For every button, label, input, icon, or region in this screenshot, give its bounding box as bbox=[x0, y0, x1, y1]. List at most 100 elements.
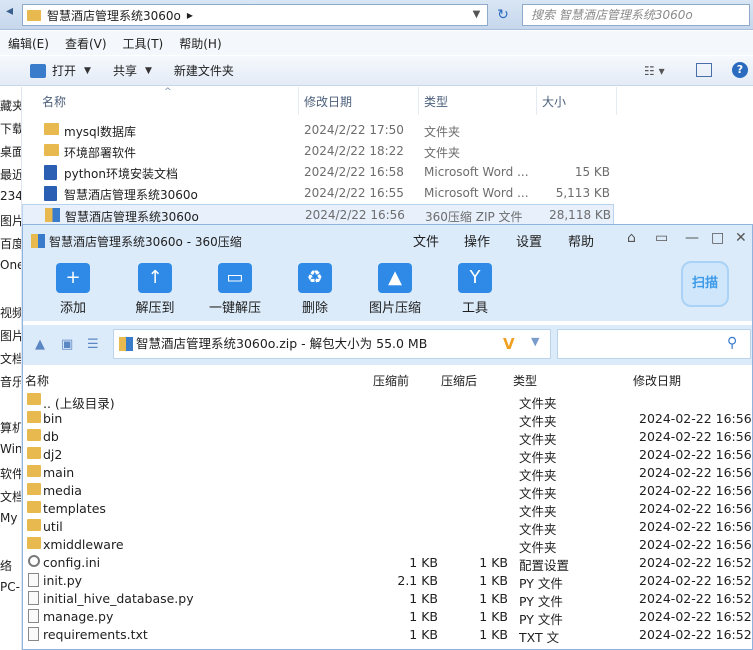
zip-list-row[interactable]: xmiddleware 文件夹 2024-02-22 16:56 bbox=[23, 536, 752, 555]
column-divider[interactable] bbox=[418, 87, 419, 115]
tool-button-1[interactable]: ↑ 解压到 bbox=[115, 257, 195, 316]
breadcrumb-arrow-icon[interactable]: ▸ bbox=[187, 8, 193, 22]
open-label: 打开 bbox=[52, 64, 77, 78]
up-arrow-icon[interactable]: ▲ bbox=[35, 337, 45, 352]
zip-list-row[interactable]: media 文件夹 2024-02-22 16:56 bbox=[23, 482, 752, 501]
zip-list-row[interactable]: config.ini 1 KB 1 KB 配置设置 2024-02-22 16:52 bbox=[23, 554, 752, 573]
zip-menu-help[interactable]: 帮助 bbox=[568, 231, 594, 250]
zip-list-row[interactable]: db 文件夹 2024-02-22 16:56 bbox=[23, 428, 752, 447]
skin-icon[interactable]: ⌂ bbox=[627, 230, 636, 246]
nav-pane-item[interactable]: 软件 bbox=[0, 465, 21, 482]
new-folder-button[interactable]: 新建文件夹 bbox=[174, 62, 234, 79]
col-date[interactable]: 修改日期 bbox=[304, 93, 352, 110]
chevron-down-icon: ▼ bbox=[144, 65, 152, 76]
nav-pane-item[interactable]: 图片 bbox=[0, 327, 21, 344]
help-icon[interactable]: ? bbox=[732, 62, 748, 78]
column-divider[interactable] bbox=[536, 87, 537, 115]
zip-list-row[interactable]: templates 文件夹 2024-02-22 16:56 bbox=[23, 500, 752, 519]
zcol-before[interactable]: 压缩前 bbox=[373, 372, 409, 389]
tool-button-5[interactable]: Y 工具 bbox=[435, 257, 515, 316]
zip-list-row[interactable]: main 文件夹 2024-02-22 16:56 bbox=[23, 464, 752, 483]
explorer-file-row[interactable]: 智慧酒店管理系统3060o 2024/2/22 16:56 360压缩 ZIP 文件… bbox=[22, 204, 614, 225]
menu-help[interactable]: 帮助(H) bbox=[179, 35, 221, 52]
nav-pane-item[interactable]: 最近 bbox=[0, 166, 21, 183]
column-divider[interactable] bbox=[616, 87, 617, 115]
zip-menu-settings[interactable]: 设置 bbox=[516, 231, 542, 250]
nav-pane-item[interactable]: Win7 bbox=[0, 442, 21, 456]
nav-pane-item[interactable]: 文档 bbox=[0, 488, 21, 505]
nav-pane-item[interactable]: 桌面 bbox=[0, 143, 21, 160]
nav-pane-item[interactable]: 下载 bbox=[0, 120, 21, 137]
menu-tools[interactable]: 工具(T) bbox=[123, 35, 164, 52]
search-input[interactable]: 搜索 智慧酒店管理系统3060o bbox=[522, 4, 750, 26]
zcol-after[interactable]: 压缩后 bbox=[441, 372, 477, 389]
zcol-type[interactable]: 类型 bbox=[513, 372, 537, 389]
explorer-file-row[interactable]: 环境部署软件 2024/2/22 18:22 文件夹 bbox=[22, 141, 614, 162]
zip-list-row[interactable]: dj2 文件夹 2024-02-22 16:56 bbox=[23, 446, 752, 465]
menu-view[interactable]: 查看(V) bbox=[65, 35, 107, 52]
maximize-icon[interactable]: □ bbox=[711, 230, 724, 246]
zcol-name[interactable]: 名称 bbox=[25, 372, 49, 389]
zip-list-row[interactable]: .. (上级目录) 文件夹 bbox=[23, 392, 752, 411]
breadcrumb[interactable]: 智慧酒店管理系统3060o ▸ bbox=[22, 4, 467, 26]
tool-label: 解压到 bbox=[135, 301, 175, 316]
tool-button-3[interactable]: ♻ 删除 bbox=[275, 257, 355, 316]
nav-pane-item[interactable]: OneI bbox=[0, 258, 21, 272]
open-button[interactable]: 打开 ▼ bbox=[30, 62, 91, 79]
list-view-icon[interactable]: ☰ bbox=[87, 337, 99, 352]
nav-pane-item[interactable]: 视频 bbox=[0, 304, 21, 321]
tool-button-2[interactable]: ▭ 一键解压 bbox=[195, 257, 275, 316]
nav-pane-item[interactable]: 音乐 bbox=[0, 373, 21, 390]
minimize-icon[interactable]: — bbox=[685, 230, 699, 246]
nav-pane-item[interactable]: PC-2 bbox=[0, 580, 21, 594]
zcol-date[interactable]: 修改日期 bbox=[633, 372, 681, 389]
file-name: 环境部署软件 bbox=[64, 146, 137, 160]
v-logo-icon[interactable]: V bbox=[503, 335, 515, 353]
tool-label: 工具 bbox=[461, 301, 488, 316]
menu-bar: 编辑(E) 查看(V) 工具(T) 帮助(H) bbox=[0, 31, 753, 55]
nav-pane-item[interactable]: 百度 bbox=[0, 235, 21, 252]
nav-pane-item[interactable]: My P bbox=[0, 511, 21, 525]
breadcrumb-item[interactable]: 智慧酒店管理系统3060o bbox=[47, 7, 181, 24]
zip-path-field[interactable]: 智慧酒店管理系统3060o.zip - 解包大小为 55.0 MB bbox=[113, 329, 551, 359]
zip-name: db bbox=[43, 429, 59, 444]
refresh-icon[interactable]: ↻ bbox=[492, 4, 514, 26]
col-size[interactable]: 大小 bbox=[542, 93, 566, 110]
zip-list-row[interactable]: manage.py 1 KB 1 KB PY 文件 2024-02-22 16:52 bbox=[23, 608, 752, 627]
share-button[interactable]: 共享 ▼ bbox=[113, 62, 152, 79]
zip-list-row[interactable]: requirements.txt 1 KB 1 KB TXT 文 2024-02-22 … bbox=[23, 626, 752, 645]
file-icon bbox=[28, 573, 39, 587]
col-type[interactable]: 类型 bbox=[424, 93, 448, 110]
zip-list-row[interactable]: initial_hive_database.py 1 KB 1 KB PY 文件 202… bbox=[23, 590, 752, 609]
zip-list-row[interactable]: init.py 2.1 KB 1 KB PY 文件 2024-02-22 16:52 bbox=[23, 572, 752, 591]
tool-button-4[interactable]: ▲ 图片压缩 bbox=[355, 257, 435, 316]
col-name[interactable]: 名称 bbox=[42, 93, 66, 110]
menu-edit[interactable]: 编辑(E) bbox=[8, 35, 49, 52]
search-icon[interactable]: ⚲ bbox=[727, 335, 737, 351]
zip-list-row[interactable]: util 文件夹 2024-02-22 16:56 bbox=[23, 518, 752, 537]
thumbnail-view-icon[interactable]: ▣ bbox=[61, 337, 73, 352]
nav-pane-item[interactable]: 2345 bbox=[0, 189, 21, 203]
nav-pane-item[interactable]: 络 bbox=[0, 557, 12, 574]
column-divider[interactable] bbox=[298, 87, 299, 115]
explorer-file-row[interactable]: 智慧酒店管理系统3060o 2024/2/22 16:55 Microsoft Wo… bbox=[22, 183, 614, 204]
nav-pane-item[interactable]: 图片 bbox=[0, 212, 21, 229]
path-dropdown-icon[interactable]: ▼ bbox=[531, 335, 539, 348]
zip-menu-file[interactable]: 文件 bbox=[413, 231, 439, 250]
nav-pane-item[interactable]: 算机 bbox=[0, 419, 21, 436]
address-dropdown-icon[interactable]: ▼ bbox=[466, 4, 488, 26]
scan-button[interactable]: 扫描 bbox=[681, 261, 729, 307]
zip-window: 智慧酒店管理系统3060o - 360压缩 文件 操作 设置 帮助 ⌂ ▭ — … bbox=[22, 224, 753, 650]
view-options-icon[interactable]: ☷ ▾ bbox=[644, 64, 665, 78]
explorer-file-row[interactable]: python环境安装文档 2024/2/22 16:58 Microsoft Wor… bbox=[22, 162, 614, 183]
nav-pane-item[interactable]: 文档 bbox=[0, 350, 21, 367]
explorer-file-row[interactable]: mysql数据库 2024/2/22 17:50 文件夹 bbox=[22, 120, 614, 141]
zip-menu-action[interactable]: 操作 bbox=[464, 231, 490, 250]
preview-pane-icon[interactable] bbox=[696, 63, 712, 77]
nav-pane-item[interactable]: 藏夹 bbox=[0, 97, 21, 114]
zip-list-row[interactable]: bin 文件夹 2024-02-22 16:56 bbox=[23, 410, 752, 429]
close-icon[interactable]: ✕ bbox=[735, 230, 747, 246]
zip-search-input[interactable] bbox=[557, 329, 751, 359]
feedback-icon[interactable]: ▭ bbox=[655, 230, 668, 246]
tool-button-0[interactable]: + 添加 bbox=[33, 257, 113, 316]
